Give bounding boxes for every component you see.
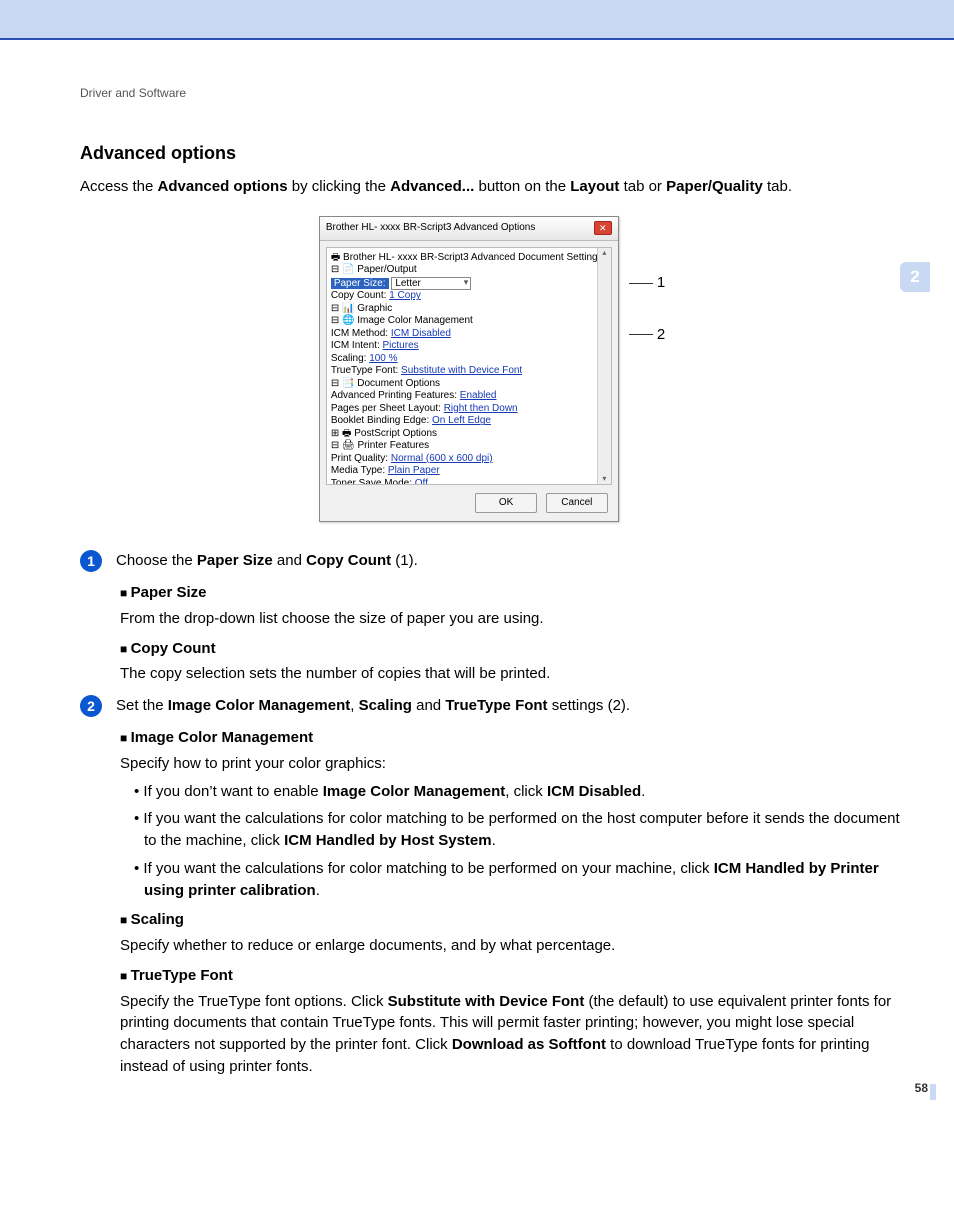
icm-bullet-1: If you don’t want to enable Image Color …: [134, 781, 904, 803]
settings-tree[interactable]: 🖶 Brother HL- xxxx BR-Script3 Advanced D…: [326, 247, 612, 485]
tree-node-graphic[interactable]: ⊟ 📊 Graphic: [331, 303, 609, 316]
top-banner: [0, 0, 954, 40]
scaling-desc: Specify whether to reduce or enlarge doc…: [120, 935, 904, 957]
advanced-options-dialog: Brother HL- xxxx BR-Script3 Advanced Opt…: [319, 216, 619, 522]
step-2-badge: 2: [80, 695, 102, 717]
cancel-button[interactable]: Cancel: [546, 493, 608, 514]
intro-paragraph: Access the Advanced options by clicking …: [80, 176, 904, 198]
tree-item-paper-size[interactable]: Paper Size: Letter: [331, 277, 609, 291]
paper-size-heading: Paper Size: [120, 582, 904, 604]
tree-node-document-options[interactable]: ⊟ 📑 Document Options: [331, 378, 609, 391]
icm-heading: Image Color Management: [120, 727, 904, 749]
tree-item-icm-method[interactable]: ICM Method: ICM Disabled: [331, 328, 609, 341]
tree-item-truetype-font[interactable]: TrueType Font: Substitute with Device Fo…: [331, 365, 609, 378]
page-title: Advanced options: [80, 140, 904, 166]
icm-bullet-2: If you want the calculations for color m…: [134, 808, 904, 852]
tree-item-copy-count[interactable]: Copy Count: 1 Copy: [331, 290, 609, 303]
icm-desc: Specify how to print your color graphics…: [120, 753, 904, 775]
paper-size-dropdown[interactable]: Letter: [391, 277, 471, 290]
tree-item-media-type[interactable]: Media Type: Plain Paper: [331, 465, 609, 478]
tree-node-paper-output[interactable]: ⊟ 📄 Paper/Output: [331, 264, 609, 277]
tree-item-print-quality[interactable]: Print Quality: Normal (600 x 600 dpi): [331, 453, 609, 466]
icm-bullet-3: If you want the calculations for color m…: [134, 858, 904, 902]
truetype-heading: TrueType Font: [120, 965, 904, 987]
tree-item-apf[interactable]: Advanced Printing Features: Enabled: [331, 390, 609, 403]
chapter-tab: 2: [900, 262, 930, 292]
callout-2: 2: [657, 324, 665, 346]
copy-count-desc: The copy selection sets the number of co…: [120, 663, 904, 685]
tree-item-pps[interactable]: Pages per Sheet Layout: Right then Down: [331, 403, 609, 416]
breadcrumb: Driver and Software: [80, 85, 904, 102]
tree-item-bbe[interactable]: Booklet Binding Edge: On Left Edge: [331, 415, 609, 428]
dialog-title: Brother HL- xxxx BR-Script3 Advanced Opt…: [326, 221, 536, 236]
tree-root: 🖶 Brother HL- xxxx BR-Script3 Advanced D…: [331, 252, 609, 265]
tree-item-scaling[interactable]: Scaling: 100 %: [331, 353, 609, 366]
page-number: 58: [915, 1080, 928, 1097]
page-number-accent: [930, 1084, 936, 1100]
truetype-desc: Specify the TrueType font options. Click…: [120, 991, 904, 1078]
figure-callouts: 1 2: [629, 216, 665, 522]
tree-node-printer-features[interactable]: ⊟ 🖨 Printer Features: [331, 440, 609, 453]
tree-item-toner-save[interactable]: Toner Save Mode: Off: [331, 478, 609, 485]
copy-count-heading: Copy Count: [120, 638, 904, 660]
paper-size-desc: From the drop-down list choose the size …: [120, 608, 904, 630]
step-2-text: Set the Image Color Management, Scaling …: [116, 695, 904, 717]
scaling-heading: Scaling: [120, 909, 904, 931]
close-icon[interactable]: ✕: [594, 221, 612, 235]
scrollbar[interactable]: [597, 248, 611, 484]
tree-item-icm-intent[interactable]: ICM Intent: Pictures: [331, 340, 609, 353]
tree-node-postscript[interactable]: ⊞ 🖶 PostScript Options: [331, 428, 609, 441]
ok-button[interactable]: OK: [475, 493, 537, 514]
callout-1: 1: [657, 272, 665, 294]
step-1-text: Choose the Paper Size and Copy Count (1)…: [116, 550, 904, 572]
step-1-badge: 1: [80, 550, 102, 572]
tree-node-icm[interactable]: ⊟ 🌐 Image Color Management: [331, 315, 609, 328]
